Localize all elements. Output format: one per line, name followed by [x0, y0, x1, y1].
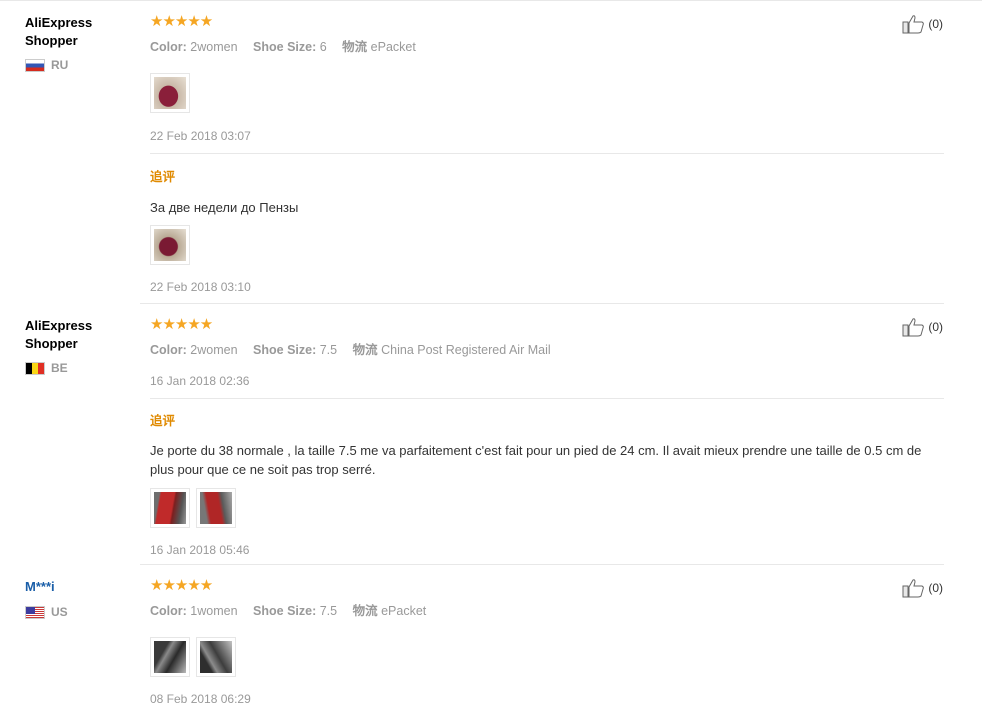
shoe-size-value: 7.5	[319, 604, 338, 618]
followup-image-thumbnail[interactable]	[196, 488, 236, 528]
review-date: 16 Jan 2018 02:36	[150, 374, 250, 388]
followup-text: За две недели до Пензы	[150, 200, 299, 215]
usa-flag-icon	[25, 605, 45, 619]
review-date: 22 Feb 2018 03:07	[150, 129, 251, 143]
color-label: Color:	[150, 604, 187, 618]
color-value: 2women	[190, 40, 238, 54]
like-button[interactable]: (0)	[902, 317, 943, 337]
shipping-value: China Post Registered Air Mail	[381, 343, 551, 357]
order-info: Color: 2women Shoe Size: 6 物流 ePacket	[150, 36, 944, 55]
review-images	[150, 73, 944, 113]
followup-image-thumbnail[interactable]	[150, 488, 190, 528]
star-rating: ★★★★★	[150, 577, 213, 594]
shoe-size-value: 6	[319, 40, 327, 54]
belgium-flag-icon	[25, 361, 45, 375]
followup-text: Je porte du 38 normale , la taille 7.5 m…	[150, 443, 922, 477]
followup-date: 22 Feb 2018 03:10	[150, 280, 251, 294]
reviewer-info: M***i US	[25, 578, 135, 619]
like-count: (0)	[928, 17, 943, 31]
color-value: 1women	[190, 604, 238, 618]
reviewer-country: BE	[25, 361, 135, 375]
thumbs-up-icon	[902, 318, 925, 337]
top-divider	[0, 0, 982, 1]
followup-label: 追评	[150, 414, 176, 428]
review-divider	[140, 303, 944, 304]
review-content: ★★★★★ Color: 2women Shoe Size: 7.5 物流 Ch…	[150, 317, 944, 557]
thumbs-up-icon	[902, 15, 925, 34]
country-code: RU	[51, 58, 69, 72]
review-image-thumbnail[interactable]	[150, 73, 190, 113]
country-code: US	[51, 605, 68, 619]
reviewer-country: US	[25, 605, 135, 619]
shoe-size-label: Shoe Size:	[253, 343, 317, 357]
review-images	[150, 637, 944, 677]
shoe-size-label: Shoe Size:	[253, 40, 317, 54]
shoe-size-value: 7.5	[319, 343, 338, 357]
shipping-label: 物流	[352, 343, 378, 357]
reviewer-country: RU	[25, 58, 135, 72]
reviewer-info: AliExpress Shopper RU	[25, 14, 135, 72]
followup-images	[150, 225, 944, 265]
reviewer-info: AliExpress Shopper BE	[25, 317, 135, 375]
reviewer-name-line2: Shopper	[25, 336, 78, 351]
shoe-size-label: Shoe Size:	[253, 604, 317, 618]
followup-image-thumbnail[interactable]	[150, 225, 190, 265]
shipping-label: 物流	[342, 40, 368, 54]
followup-label: 追评	[150, 170, 176, 184]
color-label: Color:	[150, 343, 187, 357]
order-info: Color: 1women Shoe Size: 7.5 物流 ePacket	[150, 600, 944, 619]
followup-images	[150, 488, 944, 528]
like-button[interactable]: (0)	[902, 578, 943, 598]
reviewer-name[interactable]: M***i	[25, 578, 135, 596]
star-rating: ★★★★★	[150, 316, 213, 333]
reviewer-name-line1: AliExpress	[25, 15, 93, 30]
color-label: Color:	[150, 40, 187, 54]
reviewer-name-line1: AliExpress	[25, 318, 93, 333]
followup-date: 16 Jan 2018 05:46	[150, 543, 250, 557]
reviewer-name: AliExpress Shopper	[25, 14, 135, 50]
like-count: (0)	[928, 320, 943, 334]
russia-flag-icon	[25, 58, 45, 72]
thumbs-up-icon	[902, 579, 925, 598]
review-image-thumbnail[interactable]	[150, 637, 190, 677]
review-content: ★★★★★ Color: 1women Shoe Size: 7.5 物流 eP…	[150, 578, 944, 706]
order-info: Color: 2women Shoe Size: 7.5 物流 China Po…	[150, 339, 944, 358]
reviewer-name: AliExpress Shopper	[25, 317, 135, 353]
star-rating: ★★★★★	[150, 13, 213, 30]
reviewer-name-line2: Shopper	[25, 33, 78, 48]
review-divider	[140, 564, 944, 565]
followup-divider	[150, 153, 944, 154]
shipping-value: ePacket	[381, 604, 427, 618]
review-content: ★★★★★ Color: 2women Shoe Size: 6 物流 ePac…	[150, 14, 944, 294]
review-image-thumbnail[interactable]	[196, 637, 236, 677]
followup-divider	[150, 398, 944, 399]
country-code: BE	[51, 361, 68, 375]
review-date: 08 Feb 2018 06:29	[150, 692, 251, 706]
like-count: (0)	[928, 581, 943, 595]
shipping-value: ePacket	[370, 40, 416, 54]
color-value: 2women	[190, 343, 238, 357]
shipping-label: 物流	[352, 604, 378, 618]
like-button[interactable]: (0)	[902, 14, 943, 34]
